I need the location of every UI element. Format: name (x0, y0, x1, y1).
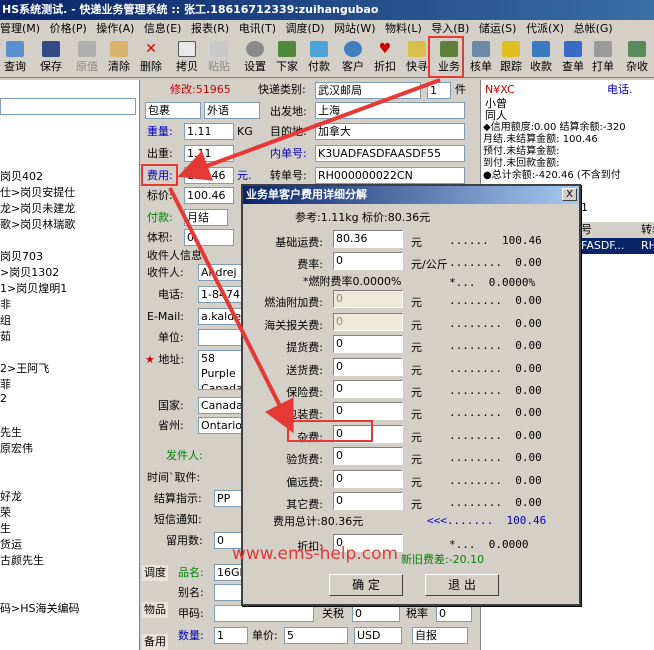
annotation-arrows (168, 78, 441, 434)
arrow-to-fee (177, 78, 441, 181)
arrow-to-misc-fee (168, 187, 294, 434)
